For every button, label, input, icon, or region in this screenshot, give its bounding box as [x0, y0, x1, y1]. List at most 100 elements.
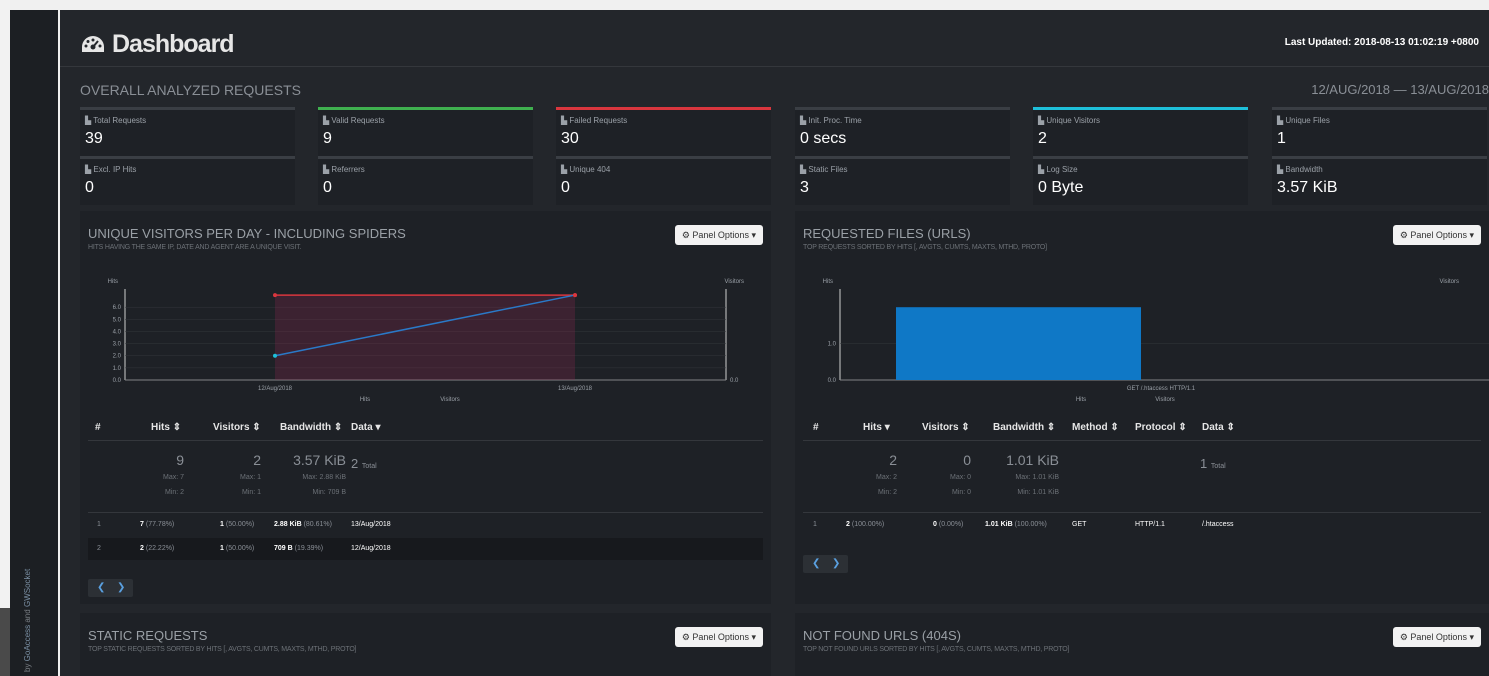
card-label: ▙ Unique Visitors	[1038, 116, 1101, 125]
bar-chart-icon: ▙	[800, 165, 807, 174]
hits-point	[273, 293, 277, 298]
next-page-button[interactable]: ❯	[117, 582, 125, 593]
sidebar: by GoAccess and GWSocket	[10, 10, 58, 676]
credit-and-text: and	[23, 609, 32, 623]
col-header-hits[interactable]: Hits ⇕	[151, 422, 181, 433]
y2-axis-label: Visitors	[1439, 279, 1459, 285]
col-header-bandwidth[interactable]: Bandwidth ⇕	[993, 422, 1055, 433]
card-value: 0	[85, 179, 94, 196]
card-unique-visitors: ▙ Unique Visitors 2	[1033, 107, 1248, 156]
hits-area	[275, 295, 575, 380]
pager: ❮ ❯	[88, 579, 133, 597]
summary-visitors-min: Min: 0	[951, 489, 971, 496]
y-axis-label: Hits	[823, 279, 833, 285]
summary-data: 1 Total	[1200, 456, 1226, 471]
summary-data: 2 Total	[351, 456, 377, 471]
files-panel-subtitle: TOP REQUESTS SORTED BY HITS [, AVGTS, CU…	[803, 244, 1047, 251]
gear-icon: ⚙	[1399, 632, 1408, 642]
table-row[interactable]: 2 2 (22.22%) 1 (50.00%) 709 B (19.39%) 1…	[88, 538, 763, 560]
panel-options-button[interactable]: ⚙ Panel Options ▾	[1392, 225, 1481, 245]
card-valid-requests: ▙ Valid Requests 9	[318, 107, 533, 156]
card-value: 9	[323, 130, 332, 147]
summary-visitors: 2	[253, 452, 261, 468]
panel-options-button[interactable]: ⚙ Panel Options ▾	[674, 627, 763, 647]
summary-bandwidth-max: Max: 2.88 KiB	[302, 474, 346, 481]
static-panel-subtitle: TOP STATIC REQUESTS SORTED BY HITS [, AV…	[88, 646, 357, 653]
next-page-button[interactable]: ❯	[832, 558, 840, 569]
card-label: ▙ Unique 404	[561, 165, 611, 174]
gwsocket-link[interactable]: GWSocket	[23, 569, 32, 607]
goaccess-link[interactable]: GoAccess	[23, 625, 32, 661]
dashboard-icon	[82, 35, 104, 52]
col-header-hits[interactable]: Hits ▾	[863, 422, 890, 433]
bar-chart-icon: ▙	[323, 116, 330, 125]
y-tick-label: 1.0	[113, 366, 122, 372]
notfound-panel-title: NOT FOUND URLS (404S)	[803, 628, 961, 643]
card-referrers: ▙ Referrers 0	[318, 156, 533, 205]
card-label: ▙ Init. Proc. Time	[800, 116, 862, 125]
card-label: ▙ Failed Requests	[561, 116, 628, 125]
table-divider	[88, 440, 763, 441]
prev-page-button[interactable]: ❮	[812, 558, 820, 569]
col-header-number: #	[813, 422, 819, 433]
visitors-panel-title: UNIQUE VISITORS PER DAY - INCLUDING SPID…	[88, 226, 406, 241]
sort-icon: ⇕	[1046, 422, 1056, 433]
col-header-data[interactable]: Data ⇕	[1202, 422, 1235, 433]
visitors-chart: Hits Visitors 0.0 1.0 2.0 3.0 4.0 5.0 6.0 0.0 12/A…	[108, 279, 744, 401]
page-title-text: Dashboard	[112, 30, 235, 58]
sort-icon: ⇕	[333, 422, 343, 433]
col-header-method[interactable]: Method ⇕	[1072, 422, 1119, 433]
panel-options-button[interactable]: ⚙ Panel Options ▾	[674, 225, 763, 245]
card-value: 0 Byte	[1038, 179, 1084, 196]
hits-bar	[896, 307, 1141, 380]
card-value: 2	[1038, 130, 1047, 147]
table-row[interactable]: 1 7 (77.78%) 1 (50.00%) 2.88 KiB (80.61%…	[88, 514, 763, 536]
col-header-number: #	[95, 422, 101, 433]
card-bandwidth: ▙ Bandwidth 3.57 KiB	[1272, 156, 1487, 205]
summary-hits-max: Max: 7	[162, 474, 184, 481]
col-header-bandwidth[interactable]: Bandwidth ⇕	[280, 422, 342, 433]
card-value: 30	[561, 130, 579, 147]
caret-down-icon: ▾	[1469, 632, 1474, 642]
card-value: 0 secs	[800, 130, 847, 147]
table-divider	[88, 512, 763, 513]
card-total-requests: ▙ Total Requests 39	[80, 107, 295, 156]
summary-visitors-max: Max: 1	[239, 474, 261, 481]
panel-options-button[interactable]: ⚙ Panel Options ▾	[1392, 627, 1481, 647]
card-excl-ip-hits: ▙ Excl. IP Hits 0	[80, 156, 295, 205]
static-requests-panel: STATIC REQUESTS TOP STATIC REQUESTS SORT…	[80, 613, 771, 676]
bar-chart-icon: ▙	[1277, 116, 1284, 125]
page-background-strip	[0, 0, 10, 676]
sort-icon: ⇕	[172, 422, 182, 433]
legend-hits: Hits	[1076, 397, 1086, 401]
col-header-visitors[interactable]: Visitors ⇕	[213, 422, 261, 433]
legend-visitors: Visitors	[440, 397, 460, 401]
prev-page-button[interactable]: ❮	[97, 582, 105, 593]
files-panel: REQUESTED FILES (URLS) TOP REQUESTS SORT…	[795, 211, 1489, 604]
card-unique-files: ▙ Unique Files 1	[1272, 107, 1487, 156]
card-init-proc-time: ▙ Init. Proc. Time 0 secs	[795, 107, 1010, 156]
table-divider	[803, 440, 1481, 441]
x-tick-label: GET /.htaccess HTTP/1.1	[1127, 386, 1196, 392]
card-label: ▙ Valid Requests	[323, 116, 385, 125]
table-row[interactable]: 1 2 (100.00%) 0 (0.00%) 1.01 KiB (100.00…	[803, 514, 1481, 536]
caret-down-icon: ▾	[751, 632, 756, 642]
summary-bandwidth: 3.57 KiB	[293, 452, 346, 468]
summary-bandwidth-max: Max: 1.01 KiB	[1015, 474, 1059, 481]
summary-hits-min: Min: 2	[164, 489, 184, 496]
last-updated: Last Updated: 2018-08-13 01:02:19 +0800	[1285, 37, 1479, 48]
bar-chart-icon: ▙	[1038, 165, 1045, 174]
panel-options-label: Panel Options	[692, 230, 749, 240]
pager: ❮ ❯	[803, 555, 848, 573]
last-updated-value: 2018-08-13 01:02:19 +0800	[1354, 37, 1479, 48]
gear-icon: ⚙	[681, 230, 690, 240]
sidebar-credit: by GoAccess and GWSocket	[23, 569, 32, 672]
bar-chart-icon: ▙	[85, 116, 92, 125]
overall-title: OVERALL ANALYZED REQUESTS	[80, 82, 301, 98]
summary-visitors: 0	[963, 452, 971, 468]
col-header-data[interactable]: Data ▾	[351, 422, 381, 433]
col-header-visitors[interactable]: Visitors ⇕	[922, 422, 970, 433]
y-tick-label: 6.0	[113, 305, 122, 311]
col-header-protocol[interactable]: Protocol ⇕	[1135, 422, 1187, 433]
card-label: ▙ Referrers	[323, 165, 365, 174]
